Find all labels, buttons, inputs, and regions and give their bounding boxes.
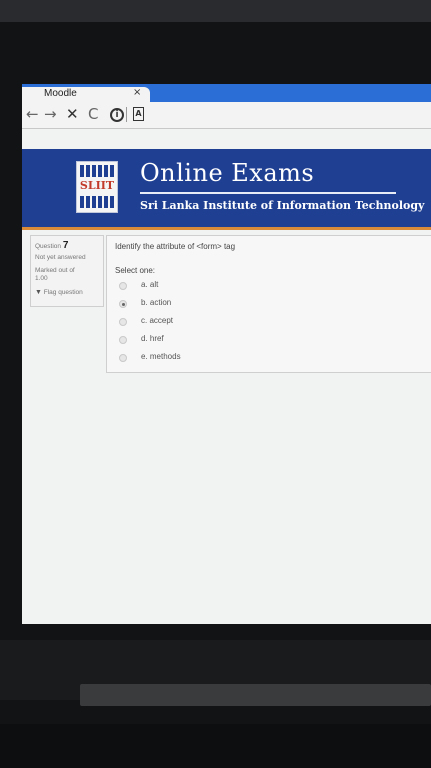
logo-pattern-top [80, 165, 114, 177]
reload-icon[interactable]: C [88, 105, 98, 123]
site-banner: SLIIT Online Exams Sri Lanka Institute o… [22, 149, 431, 230]
desk-surface [0, 724, 431, 768]
question-status: Not yet answered [35, 254, 86, 261]
radio-c[interactable] [119, 318, 127, 326]
moodle-page: SLIIT Online Exams Sri Lanka Institute o… [22, 129, 431, 624]
tab-bar: Moodle × [22, 84, 431, 102]
sliit-logo: SLIIT [76, 161, 118, 213]
monitor-stand [80, 684, 431, 706]
question-text: Identify the attribute of <form> tag [115, 242, 236, 251]
option-label: e. methods [141, 352, 181, 361]
question-box: Identify the attribute of <form> tag Sel… [106, 235, 431, 373]
monitor-bezel [0, 0, 431, 22]
question-number-line: Question 7 [35, 240, 68, 251]
title-divider [140, 192, 396, 194]
site-subtitle: Sri Lanka Institute of Information Techn… [140, 199, 425, 212]
site-title: Online Exams [140, 159, 315, 187]
forward-arrow-icon[interactable]: → [44, 105, 57, 123]
option-label: d. href [141, 334, 164, 343]
toolbar-separator [126, 107, 127, 122]
flag-question-label: Flag question [43, 289, 83, 296]
flag-question-link[interactable]: ▼ Flag question [35, 289, 83, 296]
option-label: a. alt [141, 280, 159, 289]
question-label: Question [35, 243, 62, 250]
logo-pattern-bottom [80, 196, 114, 208]
select-one-label: Select one: [115, 266, 156, 275]
tab-title: Moodle [44, 88, 77, 99]
browser-tab[interactable]: Moodle × [22, 87, 150, 102]
logo-text: SLIIT [79, 179, 115, 192]
screen: Moodle × ← → ✕ C i A SLIIT Online Exams … [22, 84, 431, 624]
marked-out-of-value: 1.00 [35, 275, 48, 282]
stop-icon[interactable]: ✕ [66, 105, 79, 123]
back-arrow-icon[interactable]: ← [26, 105, 39, 123]
radio-a[interactable] [119, 282, 127, 290]
flag-icon: ▼ [35, 289, 42, 296]
close-tab-icon[interactable]: × [133, 87, 141, 98]
site-info-icon[interactable]: i [110, 108, 124, 122]
question-number: 7 [62, 240, 69, 251]
radio-b[interactable] [119, 300, 127, 308]
option-label: c. accept [141, 316, 174, 325]
option-label: b. action [141, 298, 172, 307]
page-icon[interactable]: A [133, 107, 144, 121]
marked-out-of-label: Marked out of [35, 267, 75, 274]
browser-toolbar: ← → ✕ C i A [22, 102, 431, 129]
question-info-panel: Question 7 Not yet answered Marked out o… [30, 235, 104, 307]
radio-e[interactable] [119, 354, 127, 362]
radio-d[interactable] [119, 336, 127, 344]
